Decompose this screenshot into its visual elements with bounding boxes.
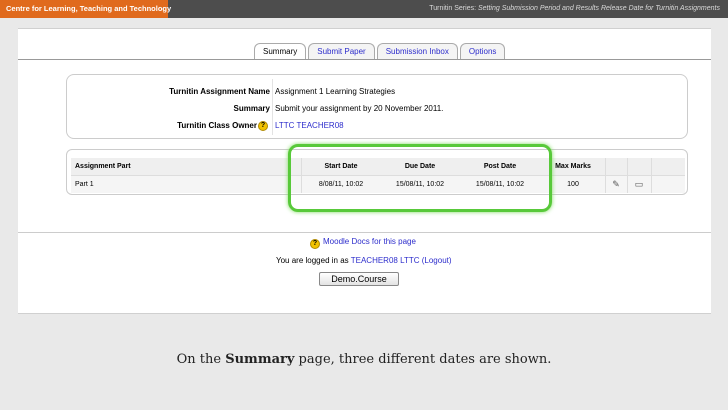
column-divider	[605, 158, 606, 193]
brand-label: Centre for Learning, Teaching and Techno…	[0, 0, 171, 18]
login-info: You are logged in as TEACHER08 LTTC (Log…	[276, 256, 452, 265]
assignment-info-box: Turnitin Assignment Name Assignment 1 Le…	[66, 74, 688, 139]
delete-icon[interactable]: ▭	[635, 176, 644, 193]
row-filler	[651, 176, 685, 193]
assignment-name-label: Turnitin Assignment Name	[169, 87, 270, 96]
course-button[interactable]: Demo.Course	[319, 272, 399, 286]
class-owner-link[interactable]: LTTC TEACHER08	[275, 119, 344, 133]
tab-submit-paper[interactable]: Submit Paper	[308, 43, 375, 59]
help-icon[interactable]: ?	[258, 121, 268, 131]
footer-divider	[18, 232, 711, 233]
header-edit	[605, 158, 627, 176]
tab-divider	[18, 59, 711, 60]
summary-value: Submit your assignment by 20 November 20…	[275, 104, 444, 113]
assignment-name-value: Assignment 1 Learning Strategies	[275, 87, 396, 96]
logged-in-text: You are logged in as	[276, 256, 349, 265]
delete-cell: ▭	[627, 176, 651, 193]
summary-row: Summary Submit your assignment by 20 Nov…	[67, 102, 687, 116]
class-owner-row: Turnitin Class Owner ? LTTC TEACHER08	[67, 119, 687, 133]
tab-options[interactable]: Options	[459, 43, 506, 59]
tab-submission-inbox[interactable]: Submission Inbox	[376, 43, 458, 59]
assignment-name-row: Turnitin Assignment Name Assignment 1 Le…	[67, 85, 687, 99]
caption-prefix: On the	[176, 352, 222, 367]
series-title: Turnitin Series: Setting Submission Peri…	[429, 0, 720, 18]
series-prefix: Turnitin Series:	[429, 5, 477, 12]
tab-bar: Summary Submit Paper Submission Inbox Op…	[254, 43, 507, 59]
summary-label: Summary	[233, 104, 270, 113]
help-icon: ?	[310, 239, 320, 249]
slide-caption: On the Summary page, three different dat…	[0, 352, 728, 367]
class-owner-label: Turnitin Class Owner	[177, 121, 257, 130]
dates-highlight	[288, 144, 552, 212]
caption-bold: Summary	[225, 352, 295, 367]
pencil-icon[interactable]: ✎	[612, 176, 620, 193]
header-assignment-part: Assignment Part	[71, 158, 301, 176]
column-divider	[627, 158, 628, 193]
header-delete	[627, 158, 685, 176]
series-subtitle: Setting Submission Period and Results Re…	[477, 5, 720, 12]
column-divider	[651, 158, 652, 193]
edit-cell: ✎	[605, 176, 627, 193]
top-banner: Centre for Learning, Teaching and Techno…	[0, 0, 728, 18]
user-link[interactable]: TEACHER08 LTTC	[351, 256, 420, 265]
row-part: Part 1	[71, 176, 301, 193]
moodle-docs-label: Moodle Docs for this page	[323, 237, 416, 246]
logout-link[interactable]: (Logout)	[422, 256, 452, 265]
moodle-docs-link[interactable]: ? Moodle Docs for this page	[310, 237, 416, 249]
tab-summary[interactable]: Summary	[254, 43, 307, 59]
caption-suffix: page, three different dates are shown.	[298, 352, 552, 367]
